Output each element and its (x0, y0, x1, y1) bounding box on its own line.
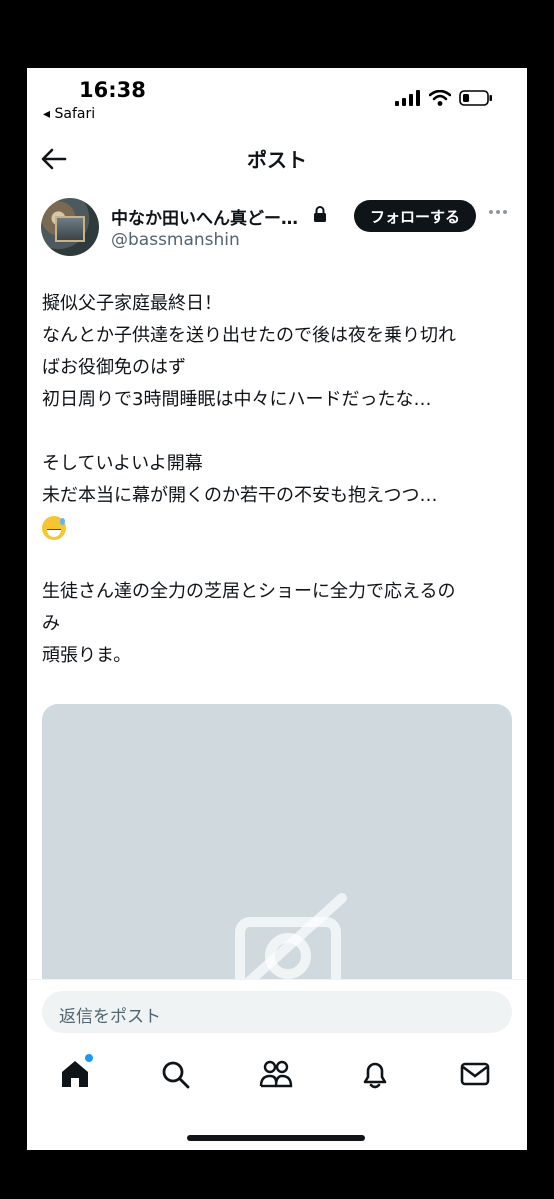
notification-dot (85, 1054, 93, 1062)
post-line: 未だ本当に幕が開くのか若干の不安も抱えつつ… (42, 485, 438, 506)
status-bar: 16:38 ◂ Safari (27, 68, 527, 130)
post-line: そしていよいよ開幕 (42, 453, 203, 474)
phone-screen: 16:38 ◂ Safari ポスト 中なか田いへん真どー… @bassmans… (27, 68, 527, 1150)
grinning-sweat-emoji (42, 516, 66, 540)
reply-input[interactable]: 返信をポスト (42, 991, 512, 1033)
communities-icon (259, 1060, 293, 1088)
avatar[interactable] (41, 198, 99, 256)
tab-communities[interactable] (259, 1058, 295, 1094)
more-dot (496, 210, 500, 214)
tab-messages[interactable] (459, 1058, 495, 1094)
post-line: み (42, 613, 60, 634)
more-dot (503, 210, 507, 214)
more-dot (489, 210, 493, 214)
image-unavailable-icon (235, 893, 347, 990)
post-line: なんとか子供達を送り出せたので後は夜を乗り切れ (42, 325, 456, 346)
messages-icon (460, 1062, 490, 1086)
status-icons (395, 90, 493, 106)
wifi-icon (429, 90, 451, 106)
tab-search[interactable] (159, 1058, 195, 1094)
battery-icon (459, 90, 492, 106)
home-indicator[interactable] (187, 1135, 365, 1141)
post-media-placeholder[interactable] (42, 704, 512, 1024)
reply-placeholder: 返信をポスト (59, 1007, 161, 1027)
post-author: 中なか田いへん真どー… @bassmanshin フォローする (41, 198, 513, 258)
author-display-name[interactable]: 中なか田いへん真どー… (111, 204, 298, 229)
home-icon (62, 1061, 88, 1087)
page-title: ポスト (247, 148, 307, 172)
post-line: 頑張りま。 (42, 645, 132, 666)
status-time: 16:38 (79, 78, 146, 102)
notifications-icon (363, 1062, 387, 1089)
top-nav-bar: ポスト (27, 136, 527, 182)
lock-icon (314, 206, 326, 222)
more-options-icon[interactable] (489, 210, 507, 214)
post-line: 初日周りで3時間睡眠は中々にハードだったな… (42, 389, 432, 410)
bottom-bar: 返信をポスト (27, 979, 527, 1150)
post-line: 生徒さん達の全力の芝居とショーに全力で応えるの (42, 581, 456, 602)
follow-button[interactable]: フォローする (354, 200, 477, 232)
tab-notifications[interactable] (359, 1058, 395, 1094)
signal-icon (395, 90, 420, 106)
back-to-safari-link[interactable]: ◂ Safari (43, 106, 95, 122)
post-line: 擬似父子家庭最終日！ (42, 293, 222, 314)
author-handle[interactable]: @bassmanshin (111, 230, 240, 250)
tab-bar (27, 1054, 527, 1108)
search-icon (162, 1061, 190, 1089)
post-text: 擬似父子家庭最終日！ なんとか子供達を送り出せたので後は夜を乗り切れ ばお役御免… (42, 288, 522, 672)
post-line: ばお役御免のはず (42, 357, 186, 378)
post-line-emoji (42, 512, 522, 544)
tab-home[interactable] (59, 1054, 95, 1094)
